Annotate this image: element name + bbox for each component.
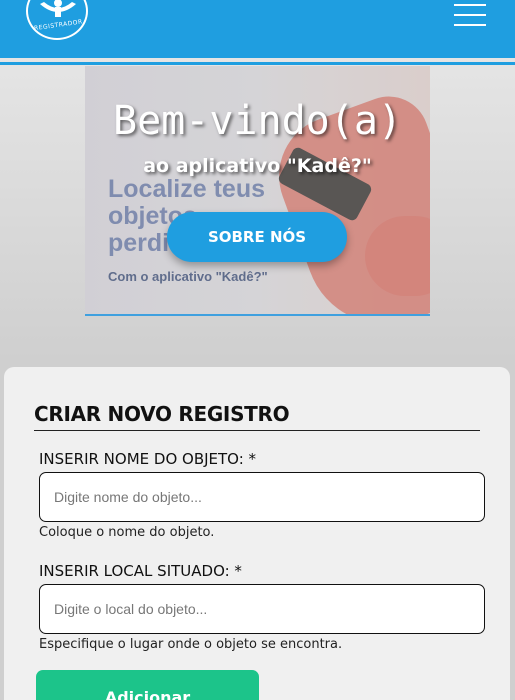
app-logo[interactable]: REGISTRADOR	[26, 0, 88, 40]
form-title-divider	[34, 430, 480, 431]
about-us-button[interactable]: SOBRE NÓS	[167, 212, 347, 262]
create-record-form: CRIAR NOVO REGISTRO INSERIR NOME DO OBJE…	[4, 367, 510, 700]
welcome-subtitle: ao aplicativo "Kadê?"	[143, 155, 372, 177]
object-location-help: Especifique o lugar onde o objeto se enc…	[39, 637, 343, 652]
hamburger-menu-icon[interactable]	[454, 4, 486, 28]
object-name-help: Coloque o nome do objeto.	[39, 525, 215, 540]
object-name-input[interactable]	[39, 472, 485, 522]
object-location-label: INSERIR LOCAL SITUADO: *	[39, 562, 242, 580]
object-name-label: INSERIR NOME DO OBJETO: *	[39, 450, 257, 468]
form-title: CRIAR NOVO REGISTRO	[34, 402, 290, 426]
app-header: REGISTRADOR	[0, 0, 515, 58]
welcome-title: Bem-vindo(a)	[113, 98, 402, 144]
header-divider	[0, 62, 515, 65]
object-location-input[interactable]	[39, 584, 485, 634]
add-button[interactable]: Adicionar	[36, 670, 259, 700]
